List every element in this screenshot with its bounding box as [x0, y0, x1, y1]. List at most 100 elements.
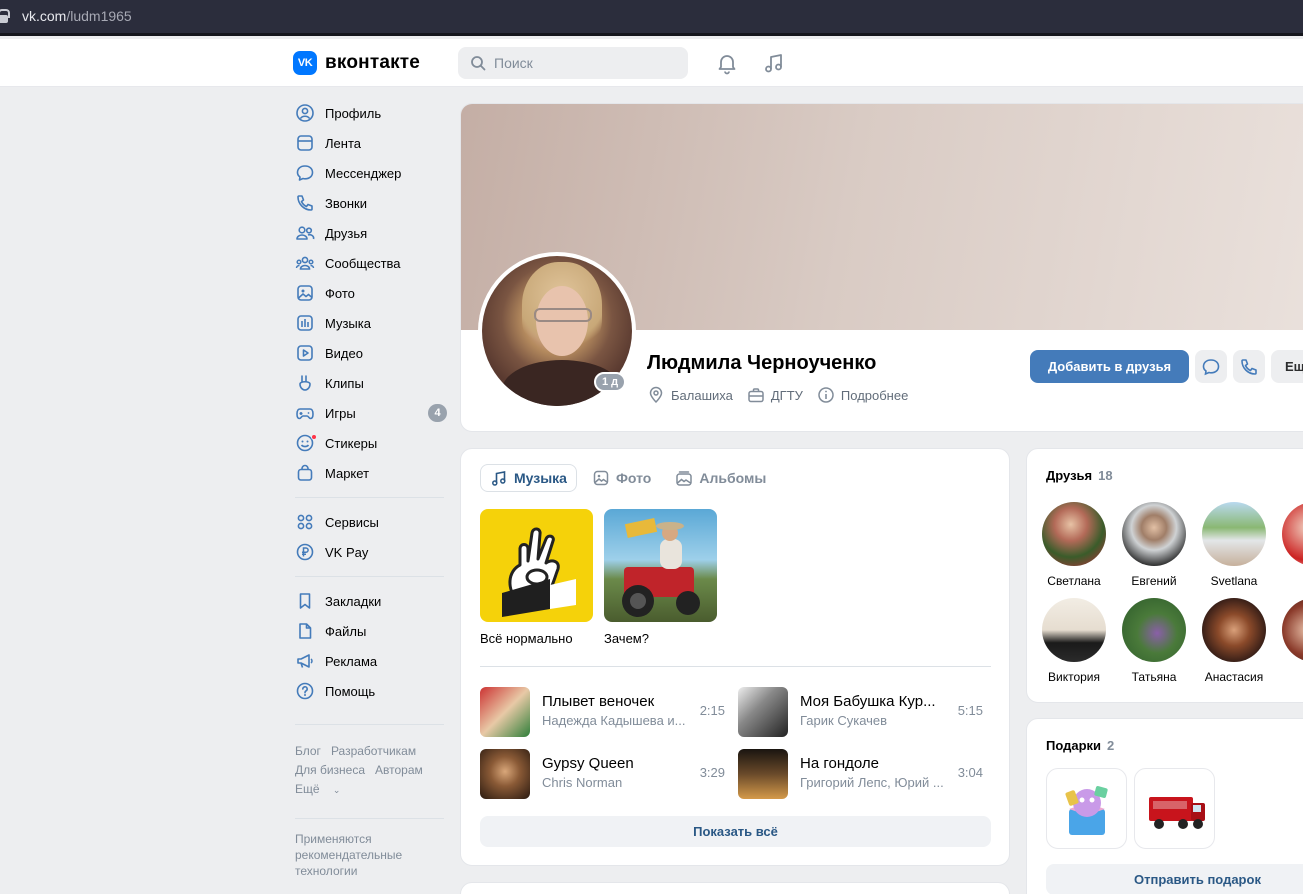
nav-item-communities[interactable]: Сообщества: [295, 248, 445, 278]
help-icon: [295, 681, 315, 701]
friend-item[interactable]: Евгений: [1114, 502, 1194, 588]
track-cover: [480, 749, 530, 799]
media-tabs: Музыка Фото Альбомы: [480, 464, 781, 492]
tab-music[interactable]: Музыка: [480, 464, 577, 492]
footer-link-authors[interactable]: Авторам: [375, 763, 423, 777]
album-title: Всё нормально: [480, 631, 573, 646]
track-item[interactable]: Моя Бабушка Кур... Гарик Сукачев 5:15: [738, 687, 983, 737]
gift-item[interactable]: [1134, 768, 1215, 849]
friends-title[interactable]: Друзья 18: [1046, 468, 1113, 483]
nav-item-bookmarks[interactable]: Закладки: [295, 586, 445, 616]
nav-item-games[interactable]: Игры 4: [295, 398, 447, 428]
track-duration: 3:04: [957, 765, 983, 780]
tab-photos[interactable]: Фото: [583, 464, 660, 492]
friends-icon: [295, 223, 315, 243]
bookmark-icon: [295, 591, 315, 611]
footer-link-blog[interactable]: Блог: [295, 744, 321, 758]
send-gift-button[interactable]: Отправить подарок: [1046, 864, 1303, 894]
last-seen-badge: 1 д: [594, 372, 627, 392]
chevron-down-icon: ⌄: [332, 785, 341, 795]
friend-name: Svetlana: [1210, 574, 1258, 588]
album-item[interactable]: Зачем?: [604, 509, 717, 646]
nav-item-services[interactable]: Сервисы: [295, 507, 445, 537]
gifts-title[interactable]: Подарки 2: [1046, 738, 1114, 753]
more-button[interactable]: Ещё: [1271, 350, 1303, 383]
nav-label: Сообщества: [325, 255, 401, 271]
music-note-icon[interactable]: [762, 51, 786, 75]
ruble-icon: [295, 542, 315, 562]
info-icon: [818, 387, 834, 403]
track-item[interactable]: Плывет веночек Надежда Кадышева и... 2:1…: [480, 687, 725, 737]
friend-item[interactable]: Татьяна: [1114, 598, 1194, 684]
message-icon: [295, 163, 315, 183]
nav-label: Маркет: [325, 465, 370, 481]
friend-avatar: [1282, 598, 1303, 662]
clips-icon: [295, 373, 315, 393]
nav-label: Реклама: [325, 653, 378, 669]
nav-item-friends[interactable]: Друзья: [295, 218, 445, 248]
show-all-button[interactable]: Показать всё: [480, 816, 991, 847]
gift-item[interactable]: [1046, 768, 1127, 849]
friend-name: Виктория: [1047, 670, 1100, 684]
track-duration: 3:29: [699, 765, 725, 780]
nav-item-clips[interactable]: Клипы: [295, 368, 445, 398]
gamepad-icon: [295, 403, 315, 423]
profile-details-link[interactable]: Подробнее: [817, 386, 908, 404]
user-circle-icon: [295, 103, 315, 123]
nav-item-video[interactable]: Видео: [295, 338, 445, 368]
file-icon: [295, 621, 315, 641]
footer-link-more[interactable]: Ещё ⌄: [295, 782, 350, 796]
nav-item-messenger[interactable]: Мессенджер: [295, 158, 445, 188]
browser-address-bar[interactable]: vk.com/ludm1965: [0, 0, 1303, 36]
bell-icon[interactable]: [715, 51, 739, 75]
left-nav: Профиль Лента Мессенджер Звонки Друзья С…: [295, 98, 447, 734]
nav-item-vkpay[interactable]: VK Pay: [295, 537, 445, 567]
friend-item[interactable]: В: [1274, 598, 1303, 684]
friend-item[interactable]: Svetlana: [1194, 502, 1274, 588]
friend-item[interactable]: А: [1274, 502, 1303, 588]
address-url[interactable]: vk.com/ludm1965: [22, 8, 132, 24]
friend-avatar: [1122, 598, 1186, 662]
message-button[interactable]: [1195, 350, 1227, 383]
music-icon: [295, 313, 315, 333]
search-input[interactable]: Поиск: [458, 47, 688, 79]
track-artist: Григорий Лепс, Юрий ...: [800, 775, 944, 790]
call-button[interactable]: [1233, 350, 1265, 383]
nav-item-help[interactable]: Помощь: [295, 676, 445, 706]
track-item[interactable]: Gypsy Queen Chris Norman 3:29: [480, 749, 725, 799]
album-item[interactable]: Всё нормально: [480, 509, 593, 646]
briefcase-icon: [748, 388, 764, 403]
message-icon: [1202, 358, 1220, 375]
nav-label: Видео: [325, 345, 363, 361]
nav-item-photos[interactable]: Фото: [295, 278, 445, 308]
tab-albums[interactable]: Альбомы: [666, 464, 775, 492]
profile-meta: Балашиха ДГТУ Подробнее: [647, 386, 922, 404]
album-cover: [480, 509, 593, 622]
nav-label: Стикеры: [325, 435, 378, 451]
add-friend-button[interactable]: Добавить в друзья: [1030, 350, 1189, 383]
nav-item-profile[interactable]: Профиль: [295, 98, 445, 128]
footer-link-developers[interactable]: Разработчикам: [331, 744, 416, 758]
games-count-badge: 4: [428, 404, 447, 422]
friend-item[interactable]: Виктория: [1034, 598, 1114, 684]
vk-logo[interactable]: VK вконтакте: [293, 51, 420, 75]
search-icon: [471, 56, 486, 71]
friend-name: Светлана: [1047, 574, 1101, 588]
nav-item-feed[interactable]: Лента: [295, 128, 445, 158]
nav-item-music[interactable]: Музыка: [295, 308, 445, 338]
friend-name: В: [1274, 670, 1303, 684]
track-item[interactable]: На гондоле Григорий Лепс, Юрий ... 3:04: [738, 749, 983, 799]
top-header: VK вконтакте Поиск: [0, 39, 1303, 87]
track-cover: [738, 687, 788, 737]
nav-item-ads[interactable]: Реклама: [295, 646, 445, 676]
footer-link-business[interactable]: Для бизнеса: [295, 763, 365, 777]
media-divider: [480, 666, 991, 667]
friend-item[interactable]: Светлана: [1034, 502, 1114, 588]
nav-item-files[interactable]: Файлы: [295, 616, 445, 646]
nav-label: Сервисы: [325, 514, 379, 530]
nav-item-stickers[interactable]: Стикеры: [295, 428, 445, 458]
nav-item-market[interactable]: Маркет: [295, 458, 445, 488]
friend-item[interactable]: Анастасия: [1194, 598, 1274, 684]
nav-item-calls[interactable]: Звонки: [295, 188, 445, 218]
recommendation-note: Применяются рекомендательные технологии: [295, 832, 403, 878]
